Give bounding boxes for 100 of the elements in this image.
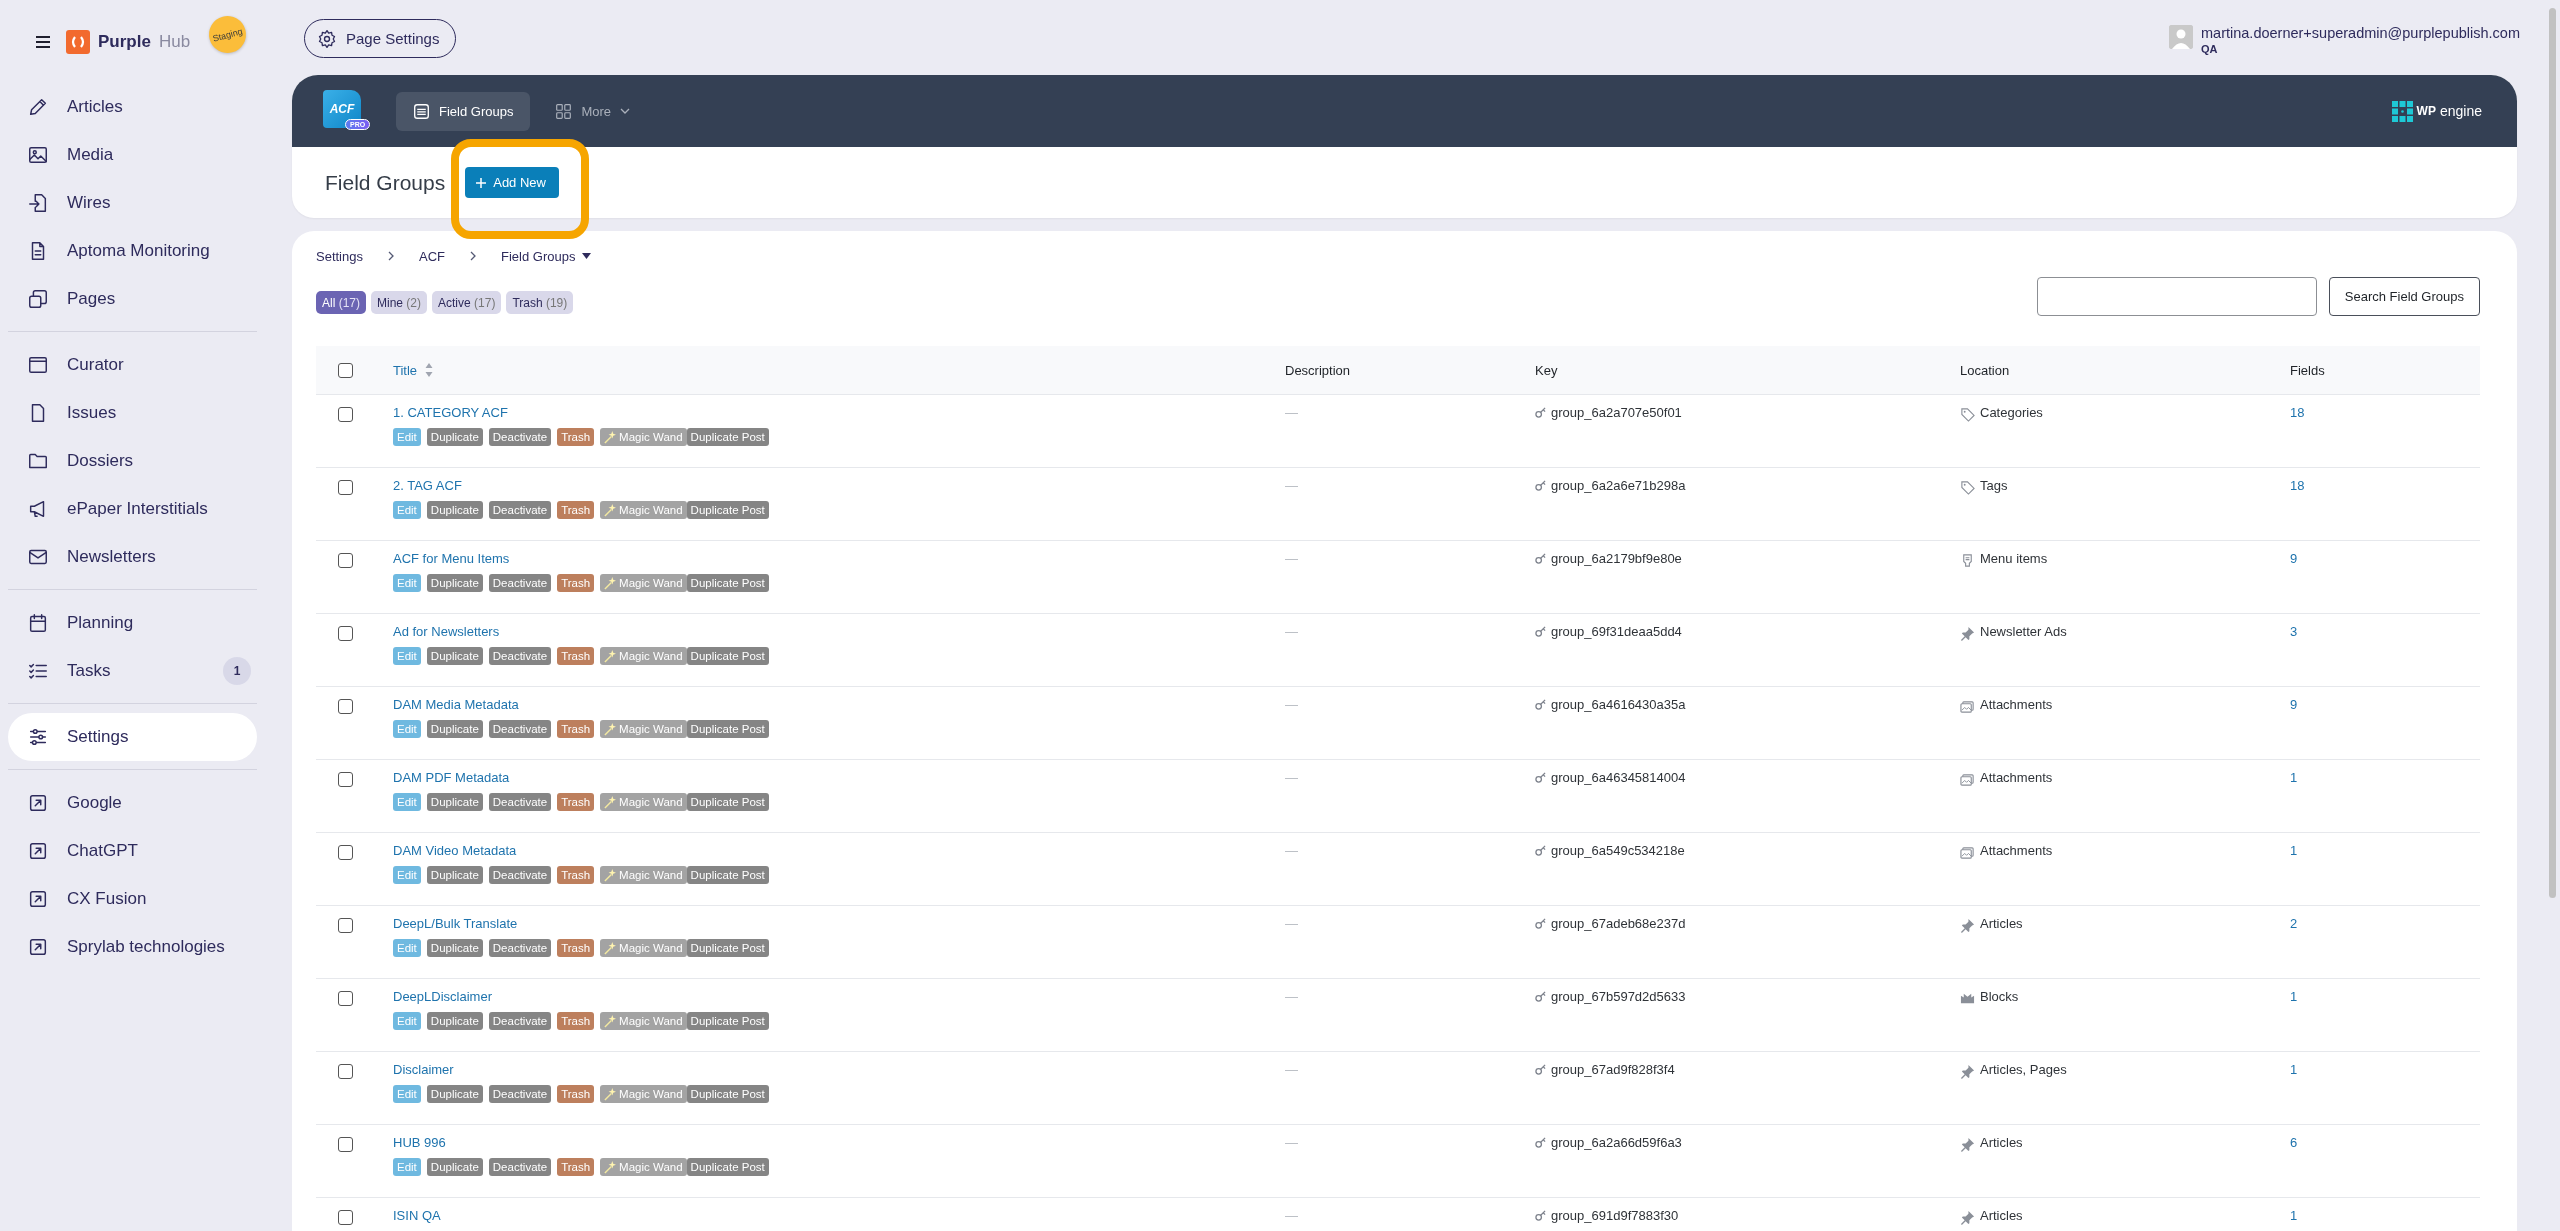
title-link[interactable]: Ad for Newsletters: [393, 624, 500, 639]
action-button[interactable]: Duplicate Post: [686, 501, 769, 519]
trash-button[interactable]: Trash: [557, 647, 595, 665]
fields-count-link[interactable]: 18: [2290, 405, 2305, 420]
edit-button[interactable]: Edit: [393, 793, 421, 811]
nav-tab[interactable]: More: [538, 91, 648, 131]
title-link[interactable]: ISIN QA: [393, 1208, 441, 1223]
sidebar-item[interactable]: Pages: [8, 275, 257, 323]
magic-wand-button[interactable]: Magic Wand: [600, 720, 687, 738]
action-button[interactable]: Duplicate: [426, 1158, 483, 1176]
row-checkbox[interactable]: [338, 772, 353, 787]
trash-button[interactable]: Trash: [557, 501, 595, 519]
action-button[interactable]: Duplicate Post: [686, 1158, 769, 1176]
fields-count-link[interactable]: 18: [2290, 478, 2305, 493]
title-link[interactable]: ACF for Menu Items: [393, 551, 510, 566]
sidebar-item[interactable]: Curator: [8, 341, 257, 389]
action-button[interactable]: Deactivate: [488, 866, 552, 884]
row-checkbox[interactable]: [338, 699, 353, 714]
title-link[interactable]: DAM Video Metadata: [393, 843, 517, 858]
action-button[interactable]: Deactivate: [488, 793, 552, 811]
row-checkbox[interactable]: [338, 626, 353, 641]
fields-count-link[interactable]: 6: [2290, 1135, 2298, 1150]
action-button[interactable]: Duplicate: [426, 647, 483, 665]
action-button[interactable]: Deactivate: [488, 647, 552, 665]
magic-wand-button[interactable]: Magic Wand: [600, 1158, 687, 1176]
sidebar-item[interactable]: Wires: [8, 179, 257, 227]
row-checkbox[interactable]: [338, 845, 353, 860]
search-button[interactable]: Search Field Groups: [2328, 277, 2480, 316]
action-button[interactable]: Duplicate Post: [686, 793, 769, 811]
trash-button[interactable]: Trash: [557, 793, 595, 811]
magic-wand-button[interactable]: Magic Wand: [600, 574, 687, 592]
sidebar-item[interactable]: Articles: [8, 83, 257, 131]
filter-tab[interactable]: Mine (2): [371, 291, 428, 314]
edit-button[interactable]: Edit: [393, 1012, 421, 1030]
row-checkbox[interactable]: [338, 553, 353, 568]
action-button[interactable]: Duplicate Post: [686, 428, 769, 446]
filter-tab[interactable]: Trash (19): [506, 291, 574, 314]
row-checkbox[interactable]: [338, 1064, 353, 1079]
sidebar-item[interactable]: Aptoma Monitoring: [8, 227, 257, 275]
action-button[interactable]: Deactivate: [488, 939, 552, 957]
row-checkbox[interactable]: [338, 1210, 353, 1225]
search-field[interactable]: [2036, 277, 2317, 316]
trash-button[interactable]: Trash: [557, 574, 595, 592]
title-link[interactable]: DeepL/Bulk Translate: [393, 916, 518, 931]
sidebar-item[interactable]: ePaper Interstitials: [8, 485, 257, 533]
magic-wand-button[interactable]: Magic Wand: [600, 647, 687, 665]
action-button[interactable]: Duplicate Post: [686, 939, 769, 957]
edit-button[interactable]: Edit: [393, 647, 421, 665]
breadcrumb-link[interactable]: Field Groups: [501, 248, 576, 264]
title-link[interactable]: Disclaimer: [393, 1062, 454, 1077]
fields-count-link[interactable]: 9: [2290, 551, 2298, 566]
sidebar-item[interactable]: Newsletters: [8, 533, 257, 581]
action-button[interactable]: Deactivate: [488, 1158, 552, 1176]
trash-button[interactable]: Trash: [557, 939, 595, 957]
action-button[interactable]: Duplicate: [426, 720, 483, 738]
sidebar-item[interactable]: Media: [8, 131, 257, 179]
row-checkbox[interactable]: [338, 991, 353, 1006]
action-button[interactable]: Duplicate Post: [686, 574, 769, 592]
edit-button[interactable]: Edit: [393, 501, 421, 519]
column-header[interactable]: Title: [393, 362, 418, 378]
add-new-button[interactable]: Add New: [465, 167, 559, 198]
action-button[interactable]: Duplicate: [426, 793, 483, 811]
fields-count-link[interactable]: 1: [2290, 1062, 2298, 1077]
magic-wand-button[interactable]: Magic Wand: [600, 866, 687, 884]
action-button[interactable]: Deactivate: [488, 1012, 552, 1030]
edit-button[interactable]: Edit: [393, 939, 421, 957]
sidebar-item[interactable]: Tasks 1: [8, 647, 257, 695]
row-checkbox[interactable]: [338, 407, 353, 422]
sidebar-item[interactable]: Settings: [8, 713, 257, 761]
title-link[interactable]: 1. CATEGORY ACF: [393, 405, 508, 420]
edit-button[interactable]: Edit: [393, 1085, 421, 1103]
edit-button[interactable]: Edit: [393, 866, 421, 884]
magic-wand-button[interactable]: Magic Wand: [600, 501, 687, 519]
breadcrumb-link[interactable]: Settings: [316, 248, 363, 264]
breadcrumb-link[interactable]: ACF: [419, 248, 445, 264]
action-button[interactable]: Duplicate Post: [686, 720, 769, 738]
row-checkbox[interactable]: [338, 480, 353, 495]
row-checkbox[interactable]: [338, 918, 353, 933]
action-button[interactable]: Deactivate: [488, 574, 552, 592]
trash-button[interactable]: Trash: [557, 1085, 595, 1103]
edit-button[interactable]: Edit: [393, 1158, 421, 1176]
fields-count-link[interactable]: 2: [2290, 916, 2298, 931]
fields-count-link[interactable]: 1: [2290, 770, 2298, 785]
fields-count-link[interactable]: 1: [2290, 989, 2298, 1004]
sidebar-item[interactable]: Sprylab technologies: [8, 923, 257, 971]
title-link[interactable]: 2. TAG ACF: [393, 478, 462, 493]
action-button[interactable]: Duplicate: [426, 866, 483, 884]
fields-count-link[interactable]: 9: [2290, 697, 2298, 712]
fields-count-link[interactable]: 1: [2290, 843, 2298, 858]
edit-button[interactable]: Edit: [393, 720, 421, 738]
sidebar-item[interactable]: Google: [8, 779, 257, 827]
action-button[interactable]: Deactivate: [488, 1085, 552, 1103]
trash-button[interactable]: Trash: [557, 720, 595, 738]
title-link[interactable]: DAM Media Metadata: [393, 697, 519, 712]
title-link[interactable]: DeepLDisclaimer: [393, 989, 492, 1004]
select-all-checkbox[interactable]: [338, 362, 353, 378]
trash-button[interactable]: Trash: [557, 1158, 595, 1176]
magic-wand-button[interactable]: Magic Wand: [600, 428, 687, 446]
action-button[interactable]: Deactivate: [488, 501, 552, 519]
fields-count-link[interactable]: 3: [2290, 624, 2298, 639]
